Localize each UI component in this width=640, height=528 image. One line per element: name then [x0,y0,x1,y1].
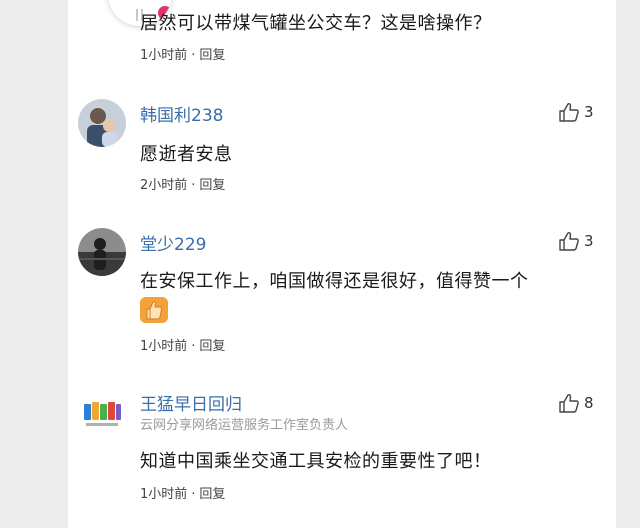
user-title: 云网分享网络运营服务工作室负责人 [140,418,349,433]
comment-meta: 1小时前 · 回复 [140,483,225,502]
comment-text: 愿逝者安息 [140,144,233,165]
reply-link[interactable]: 回复 [199,178,225,193]
username[interactable]: 王猛早日回归 [140,390,242,415]
meta-separator: · [191,339,196,354]
comment-time: 2小时前 [140,178,188,193]
avatar[interactable] [78,99,126,147]
reply-link[interactable]: 回复 [199,339,225,354]
meta-separator: · [191,487,196,502]
comment-time: 1小时前 [140,48,188,63]
comment-time: 1小时前 [140,487,188,502]
comment-text: 在安保工作上，咱国做得还是很好，值得赞一个 [140,271,529,292]
like-count: 3 [584,103,594,121]
comment-list: 居然可以带煤气罐坐公交车？这是啥操作？ 1小时前 · 回复 韩国利238 3 愿逝者… [68,0,616,528]
avatar[interactable] [78,228,126,276]
thumbs-up-emoji-icon [140,297,168,323]
username[interactable]: 堂少229 [140,230,206,255]
reply-link[interactable]: 回复 [199,48,225,63]
like-count: 3 [584,232,594,250]
reply-link[interactable]: 回复 [199,487,225,502]
like-button[interactable]: 8 [558,392,594,414]
comment-time: 1小时前 [140,339,188,354]
meta-separator: · [191,178,196,193]
username[interactable]: 韩国利238 [140,101,223,126]
thumbs-up-icon [559,394,579,413]
like-count: 8 [584,394,594,412]
comment-text: 居然可以带煤气罐坐公交车？这是啥操作？ [140,13,492,34]
comment-meta: 2小时前 · 回复 [140,174,225,193]
comment-text: 知道中国乘坐交通工具安检的重要性了吧！ [140,451,492,472]
avatar[interactable] [78,390,126,438]
thumbs-up-icon [559,103,579,122]
comment-meta: 1小时前 · 回复 [140,335,225,354]
comment-meta: 1小时前 · 回复 [140,44,225,63]
thumbs-up-icon [559,232,579,251]
like-button[interactable]: 3 [558,101,594,123]
like-button[interactable]: 3 [558,230,594,252]
meta-separator: · [191,48,196,63]
